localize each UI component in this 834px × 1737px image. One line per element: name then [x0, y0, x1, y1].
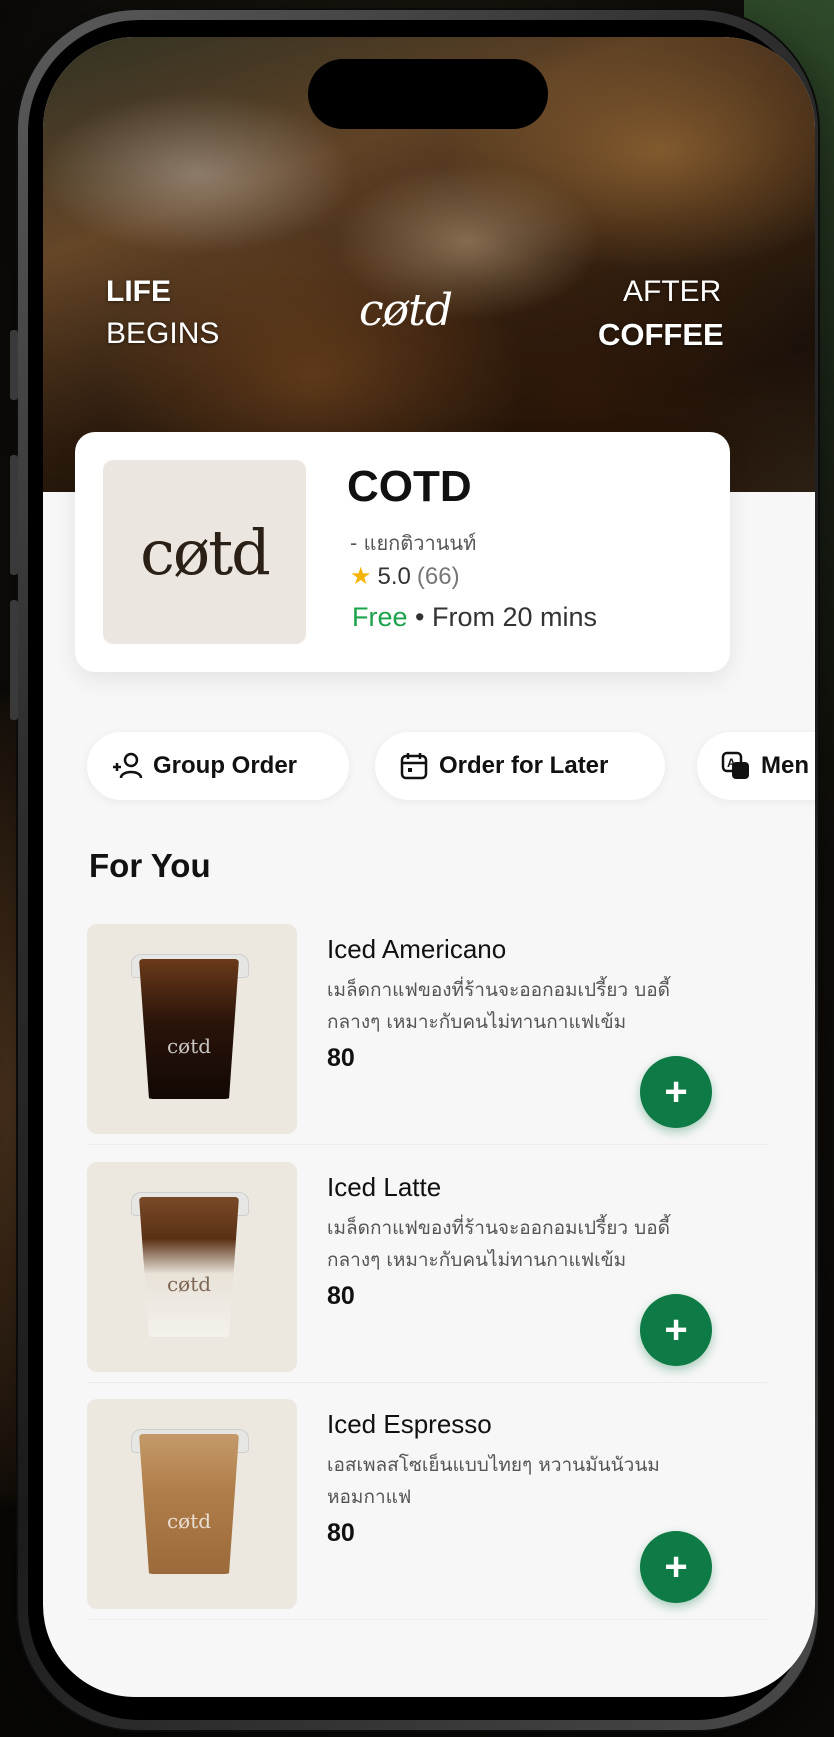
order-later-button[interactable]: Order for Later: [375, 732, 665, 800]
item-price: 80: [327, 1282, 355, 1310]
delivery-time: • From 20 mins: [415, 602, 598, 632]
item-description: เมล็ดกาแฟของที่ร้านจะออกอมเปรี้ยว บอดี้ก…: [327, 979, 670, 1033]
store-rating[interactable]: ★ 5.0 (66): [350, 562, 460, 591]
rating-value: 5.0: [377, 562, 411, 590]
order-later-label: Order for Later: [439, 752, 609, 779]
side-button-volume-down: [10, 600, 18, 720]
store-branch: - แยกติวานนท์: [350, 531, 477, 555]
add-to-cart-button[interactable]: +: [640, 1056, 712, 1128]
cup-espresso: [139, 1434, 239, 1574]
group-order-button[interactable]: Group Order: [87, 732, 349, 800]
store-logo: cøtd: [103, 460, 306, 644]
menu-item[interactable]: cøtd Iced Americano เมล็ดกาแฟของที่ร้านจ…: [87, 924, 767, 1145]
star-icon: ★: [350, 563, 372, 590]
svg-text:A: A: [727, 756, 736, 770]
section-title-for-you: For You: [89, 847, 211, 884]
delivery-fee: Free: [352, 602, 408, 632]
cup-latte: [139, 1197, 239, 1337]
calendar-icon: [400, 753, 428, 780]
item-price: 80: [327, 1519, 355, 1547]
app-screen: LIFE BEGINS cøtd AFTER COFFEE cøtd COTD …: [43, 37, 815, 1697]
item-image: cøtd: [87, 1162, 297, 1372]
item-image: cøtd: [87, 924, 297, 1134]
group-add-icon: [113, 752, 143, 779]
hero-text-after: AFTER: [623, 275, 722, 308]
item-name: Iced Latte: [327, 1172, 442, 1202]
side-button-mute: [10, 330, 18, 400]
side-button-volume-up: [10, 455, 18, 575]
menu-translate-button[interactable]: A Men: [697, 732, 815, 800]
store-info-card: cøtd COTD - แยกติวานนท์ ★ 5.0 (66) Free …: [75, 432, 730, 672]
group-order-label: Group Order: [153, 752, 298, 779]
item-image: cøtd: [87, 1399, 297, 1609]
store-logo-text: cøtd: [140, 515, 271, 589]
hero-text-coffee: COFFEE: [598, 317, 724, 352]
menu-item[interactable]: cøtd Iced Latte เมล็ดกาแฟของที่ร้านจะออก…: [87, 1162, 767, 1383]
delivery-info: Free • From 20 mins: [352, 602, 597, 633]
item-description: เอสเพลสโซเย็นแบบไทยๆ หวานมันนัวนม หอมกาแ…: [327, 1454, 660, 1508]
cup-brand-label: cøtd: [166, 1034, 212, 1058]
item-description: เมล็ดกาแฟของที่ร้านจะออกอมเปรี้ยว บอดี้ก…: [327, 1217, 670, 1271]
cup-brand-label: cøtd: [166, 1509, 212, 1533]
rating-count: (66): [416, 562, 460, 590]
item-price: 80: [327, 1044, 355, 1072]
menu-item[interactable]: cøtd Iced Espresso เอสเพลสโซเย็นแบบไทยๆ …: [87, 1399, 767, 1620]
menu-label: Men: [761, 752, 809, 779]
cup-brand-label: cøtd: [166, 1272, 212, 1296]
hero-text-begins: BEGINS: [106, 317, 220, 350]
item-name: Iced Espresso: [327, 1409, 492, 1439]
add-to-cart-button[interactable]: +: [640, 1531, 712, 1603]
hero-text-life: LIFE: [106, 275, 171, 308]
add-to-cart-button[interactable]: +: [640, 1294, 712, 1366]
translate-icon: A: [721, 751, 749, 779]
hero-logo: cøtd: [359, 285, 453, 336]
cup-americano: [139, 959, 239, 1099]
store-name: COTD: [347, 462, 472, 511]
dynamic-island: [308, 59, 548, 129]
item-name: Iced Americano: [327, 934, 507, 964]
